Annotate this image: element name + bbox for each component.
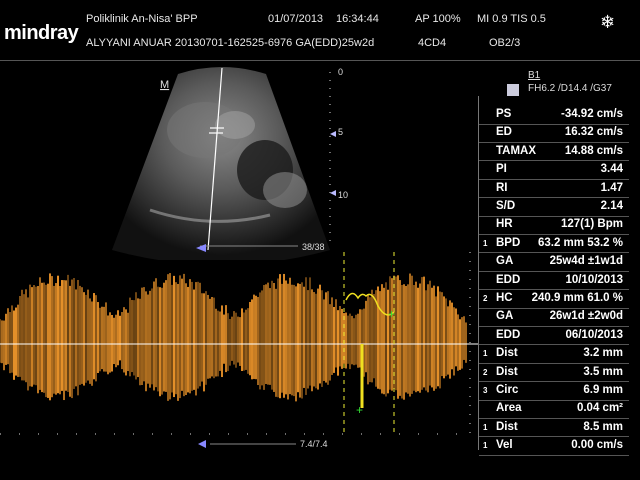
measurement-index: 3 bbox=[483, 386, 488, 395]
freeze-icon[interactable]: ❄ bbox=[600, 12, 615, 33]
measurement-label: GA bbox=[496, 310, 514, 323]
measurement-index: 1 bbox=[483, 349, 488, 359]
measurement-index: 2 bbox=[483, 367, 488, 377]
measurement-label: EDD bbox=[496, 328, 521, 341]
measurement-label: GA bbox=[496, 255, 514, 268]
doppler-params: FH6.2 /D14.4 /G37 bbox=[528, 83, 612, 94]
measurement-row[interactable]: ED 16.32 cm/s bbox=[479, 124, 629, 143]
measurement-label: Area bbox=[496, 402, 522, 415]
exam-preset: OB2/3 bbox=[489, 37, 521, 49]
measurement-value: 240.9 mm 61.0 % bbox=[531, 292, 623, 304]
measurement-value: 10/10/2013 bbox=[565, 273, 623, 286]
measurement-value: 0.04 cm² bbox=[576, 402, 623, 415]
measurement-value: -34.92 cm/s bbox=[560, 108, 623, 120]
caliper-cross-lower-icon[interactable]: + bbox=[356, 403, 363, 417]
measurement-label: HR bbox=[496, 218, 513, 231]
measurement-value: 3.5 mm bbox=[583, 365, 623, 378]
measurement-row[interactable]: EDD 06/10/2013 bbox=[479, 327, 629, 346]
measurement-value: 16.32 cm/s bbox=[564, 126, 623, 139]
focus-marker-icon-2[interactable] bbox=[330, 190, 336, 196]
measurement-value: 3.2 mm bbox=[583, 347, 623, 360]
measurement-index: 1 bbox=[483, 238, 488, 248]
measurement-index: 2 bbox=[483, 294, 488, 303]
image-marker: M bbox=[160, 79, 169, 91]
depth-label-0: 0 bbox=[338, 67, 343, 77]
measurement-row[interactable]: 1 Dist 3.2 mm bbox=[479, 345, 629, 364]
measurement-label: Circ bbox=[496, 384, 519, 396]
measurement-row[interactable]: PS -34.92 cm/s bbox=[479, 106, 629, 125]
probe-name: 4CD4 bbox=[418, 37, 447, 49]
measurement-label: Dist bbox=[496, 365, 518, 378]
measurement-label: S/D bbox=[496, 200, 516, 212]
measurement-row[interactable]: HR 127(1) Bpm bbox=[479, 216, 629, 235]
exam-time: 16:34:44 bbox=[336, 13, 379, 25]
measurement-label: HC bbox=[496, 292, 513, 304]
measurement-value: 3.44 bbox=[600, 163, 623, 176]
measurement-value: 127(1) Bpm bbox=[561, 218, 623, 231]
measurement-row[interactable]: GA 26w1d ±2w0d bbox=[479, 308, 629, 327]
measurement-label: TAMAX bbox=[496, 144, 537, 157]
measurement-value: 0.00 cm/s bbox=[571, 439, 623, 452]
measurement-value: 06/10/2013 bbox=[565, 328, 623, 341]
measurement-row[interactable]: TAMAX 14.88 cm/s bbox=[479, 143, 629, 162]
measurement-row[interactable]: 1 Vel 0.00 cm/s bbox=[479, 437, 629, 456]
measurement-value: 25w4d ±1w1d bbox=[549, 255, 623, 268]
doppler-spectrum[interactable]: + + 7.4/7.4 bbox=[0, 248, 478, 448]
measurement-row[interactable]: 2 HC 240.9 mm 61.0 % bbox=[479, 290, 629, 309]
doppler-cine-icon[interactable] bbox=[198, 440, 206, 448]
mindray-logo: mindray bbox=[4, 22, 79, 44]
measurement-value: 8.5 mm bbox=[583, 420, 623, 433]
measurement-value: 26w1d ±2w0d bbox=[549, 310, 623, 323]
doppler-scale-label: 7.4/7.4 bbox=[300, 439, 328, 448]
measurement-label: PS bbox=[496, 108, 512, 120]
measurement-results-panel: PS -34.92 cm/s ED 16.32 cm/s TAMAX 14.88 cm/s… bbox=[478, 96, 629, 456]
measurement-label: Dist bbox=[496, 347, 518, 360]
depth-label-5: 5 bbox=[338, 127, 343, 137]
measurement-row[interactable]: EDD 10/10/2013 bbox=[479, 272, 629, 291]
measurement-value: 2.14 bbox=[600, 200, 623, 212]
mi-tis: MI 0.9 TIS 0.5 bbox=[477, 13, 546, 25]
measurement-row[interactable]: Area 0.04 cm² bbox=[479, 400, 629, 419]
measurement-row[interactable]: PI 3.44 bbox=[479, 161, 629, 180]
spectrum-waveform bbox=[0, 273, 467, 402]
focus-marker-icon[interactable] bbox=[330, 131, 336, 137]
measurement-label: PI bbox=[496, 163, 507, 176]
measurement-index: 1 bbox=[483, 422, 488, 432]
measurement-row[interactable]: S/D 2.14 bbox=[479, 198, 629, 217]
b-mode-image[interactable]: 0 5 10 M 38/38 bbox=[0, 60, 470, 260]
clinic-name: Poliklinik An-Nisa' BPP bbox=[86, 13, 198, 25]
measurement-index: 1 bbox=[483, 441, 488, 451]
measurement-label: Dist bbox=[496, 420, 518, 433]
depth-label-10: 10 bbox=[338, 190, 348, 200]
measurement-row[interactable]: 3 Circ 6.9 mm bbox=[479, 382, 629, 401]
measurement-label: Vel bbox=[496, 439, 513, 452]
doppler-color-swatch bbox=[507, 84, 519, 96]
measurement-row[interactable]: 1 BPD 63.2 mm 53.2 % bbox=[479, 235, 629, 254]
measurement-row[interactable]: RI 1.47 bbox=[479, 180, 629, 199]
doppler-label: B1 bbox=[528, 70, 541, 81]
measurement-label: RI bbox=[496, 181, 508, 194]
acoustic-power: AP 100% bbox=[415, 13, 461, 25]
measurement-row[interactable]: 1 Dist 8.5 mm bbox=[479, 419, 629, 438]
measurement-row[interactable]: GA 25w4d ±1w1d bbox=[479, 253, 629, 272]
measurement-label: EDD bbox=[496, 273, 521, 286]
patient-info: ALYYANI ANUAR 20130701-162525-6976 GA(ED… bbox=[86, 37, 375, 49]
bright-echo bbox=[215, 111, 255, 139]
bright-echo-lower bbox=[263, 172, 307, 208]
ultrasound-sector bbox=[112, 67, 330, 260]
measurement-value: 63.2 mm 53.2 % bbox=[537, 236, 623, 249]
measurement-row[interactable]: 2 Dist 3.5 mm bbox=[479, 364, 629, 383]
measurement-label: ED bbox=[496, 126, 512, 139]
exam-date: 01/07/2013 bbox=[268, 13, 324, 25]
measurement-value: 14.88 cm/s bbox=[564, 144, 623, 157]
measurement-label: BPD bbox=[496, 236, 521, 249]
measurement-value: 6.9 mm bbox=[583, 384, 623, 396]
measurement-value: 1.47 bbox=[600, 181, 623, 194]
caliper-cross-upper-icon[interactable]: + bbox=[388, 307, 395, 321]
